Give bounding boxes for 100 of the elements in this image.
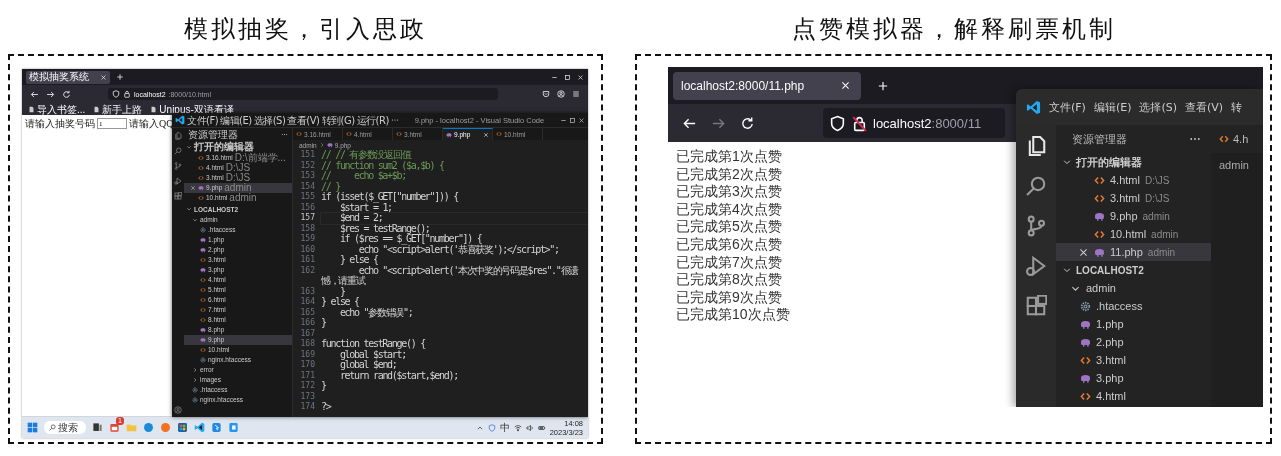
branch-icon[interactable]	[1025, 215, 1047, 237]
chevron-right-icon[interactable]	[192, 377, 198, 383]
address-bar[interactable]: localhost2:8000/11	[823, 108, 1005, 138]
file-item[interactable]: 3.html D:\JS	[1056, 189, 1211, 207]
chevron-right-icon[interactable]	[192, 367, 198, 373]
reload-icon[interactable]	[62, 89, 71, 99]
plus-icon[interactable]	[116, 73, 124, 81]
menu-item[interactable]: 编辑(E)	[220, 113, 252, 127]
search-icon[interactable]	[1025, 175, 1047, 197]
elephant-icon	[200, 237, 206, 243]
angle-brackets-icon	[200, 277, 206, 283]
cursor-app-icon[interactable]	[211, 422, 222, 433]
file-item[interactable]: 10.html admin	[1056, 225, 1211, 243]
folder-item[interactable]: admin	[1056, 279, 1211, 297]
angle-brackets-icon	[1080, 390, 1091, 402]
extensions-icon[interactable]	[1025, 295, 1047, 317]
search-icon[interactable]	[174, 147, 182, 155]
reload-icon[interactable]	[740, 115, 755, 131]
line-number: 159	[299, 234, 316, 245]
caption: 模拟抽奖，引入思政	[184, 14, 427, 45]
menu-item[interactable]: 查看(V)	[1185, 99, 1224, 115]
pocket-icon[interactable]	[542, 90, 550, 98]
search-icon	[49, 424, 56, 431]
plus-icon[interactable]	[877, 79, 889, 92]
file-item[interactable]: 2.php	[1056, 333, 1211, 351]
more-icon[interactable]	[281, 131, 288, 138]
maximize-icon[interactable]	[569, 116, 576, 124]
angle-brackets-icon	[198, 155, 204, 161]
code-line: $end = 2;	[321, 213, 588, 224]
battery-icon[interactable]	[537, 423, 546, 432]
chevron-down-icon[interactable]	[1062, 265, 1072, 275]
code-line: if (isset($_GET["number"])) {	[321, 192, 459, 203]
account-icon[interactable]	[174, 406, 182, 414]
menu-item[interactable]: 文件(F)	[187, 113, 219, 127]
branch-icon[interactable]	[174, 162, 182, 170]
chevron-down-icon[interactable]	[192, 217, 198, 223]
line-number: 174	[299, 402, 316, 413]
menu-item[interactable]: 转到(G)	[321, 113, 355, 127]
menu-item[interactable]: 转	[1231, 99, 1243, 115]
angle-brackets-icon	[1094, 174, 1105, 186]
extensions-icon[interactable]	[174, 192, 182, 200]
angle-brackets-icon	[1080, 354, 1091, 366]
angle-brackets-icon	[198, 165, 204, 171]
gear-icon	[1080, 300, 1091, 312]
browser-tab[interactable]: localhost2:8000/11.php	[673, 71, 861, 100]
chevron-down-icon[interactable]	[1062, 157, 1072, 167]
elephant-icon	[1080, 318, 1091, 330]
line-number: 172	[299, 381, 316, 392]
line-number: 168	[299, 339, 316, 350]
menu-item[interactable]: 选择(S)	[1139, 99, 1178, 115]
chevron-down-icon[interactable]	[186, 206, 192, 212]
code-line: }	[321, 381, 327, 392]
document-app-icon[interactable]	[228, 422, 239, 433]
menu-item[interactable]: 查看(V)	[287, 113, 320, 127]
menu-item[interactable]: 运行(R)	[356, 113, 389, 127]
status-line: 已完成第1次点赞	[676, 148, 782, 166]
chevron-right-icon	[318, 142, 325, 148]
vscode-logo-icon[interactable]	[194, 422, 205, 433]
close-icon[interactable]	[1078, 246, 1089, 258]
windows-logo-icon[interactable]	[27, 422, 38, 433]
menu-item[interactable]: 编辑(E)	[1093, 99, 1132, 115]
speaker-icon[interactable]	[525, 423, 534, 432]
store-icon[interactable]	[177, 422, 188, 433]
task-view-icon[interactable]	[92, 422, 103, 433]
page-icon	[93, 105, 101, 113]
menu-item[interactable]: 文件(F)	[1049, 99, 1086, 115]
file-item[interactable]: 4.html D:\JS	[1056, 171, 1211, 189]
bookmark[interactable]: 导入书签...	[28, 103, 86, 115]
file-item[interactable]: 4.html	[1056, 387, 1211, 405]
file-item[interactable]: 11.php admin	[1056, 243, 1211, 261]
close-icon[interactable]	[578, 116, 585, 124]
file-item[interactable]: 1.php	[1056, 315, 1211, 333]
breadcrumb-item[interactable]: admin	[1211, 153, 1263, 171]
angle-brackets-icon	[198, 195, 204, 201]
back-icon[interactable]	[30, 89, 39, 99]
globe-icon[interactable]	[143, 422, 154, 433]
wifi-icon[interactable]	[513, 423, 522, 432]
file-item[interactable]: 3.php	[1056, 369, 1211, 387]
play-bug-icon[interactable]	[1025, 255, 1047, 277]
chevron-down-icon[interactable]	[186, 144, 192, 150]
menu-item[interactable]: 选择(S)	[253, 113, 286, 127]
elephant-icon	[200, 337, 206, 343]
line-number: 167	[299, 328, 316, 339]
code-line: global $start;	[338, 349, 406, 360]
file-item[interactable]: .htaccess	[1056, 297, 1211, 315]
menu-icon[interactable]	[572, 90, 580, 98]
file-item[interactable]: 3.html	[1056, 351, 1211, 369]
calendar-icon[interactable]	[109, 422, 120, 433]
search-button[interactable]: 搜索	[44, 421, 86, 434]
play-bug-icon[interactable]	[174, 177, 182, 185]
forward-icon[interactable]	[46, 89, 55, 99]
gear-icon	[200, 357, 206, 363]
code-line: global $end;	[338, 360, 397, 371]
bookmark[interactable]: 新手上路	[93, 103, 143, 115]
status-line: 已完成第4次点赞	[676, 200, 782, 219]
elephant-icon	[1080, 372, 1091, 384]
editor-tab[interactable]: 4.h	[1211, 125, 1263, 153]
input-language[interactable]: 中	[499, 421, 510, 434]
file-item[interactable]: 9.php admin	[1056, 207, 1211, 225]
browser-tab[interactable]: 模拟抽奖系统	[26, 70, 110, 84]
